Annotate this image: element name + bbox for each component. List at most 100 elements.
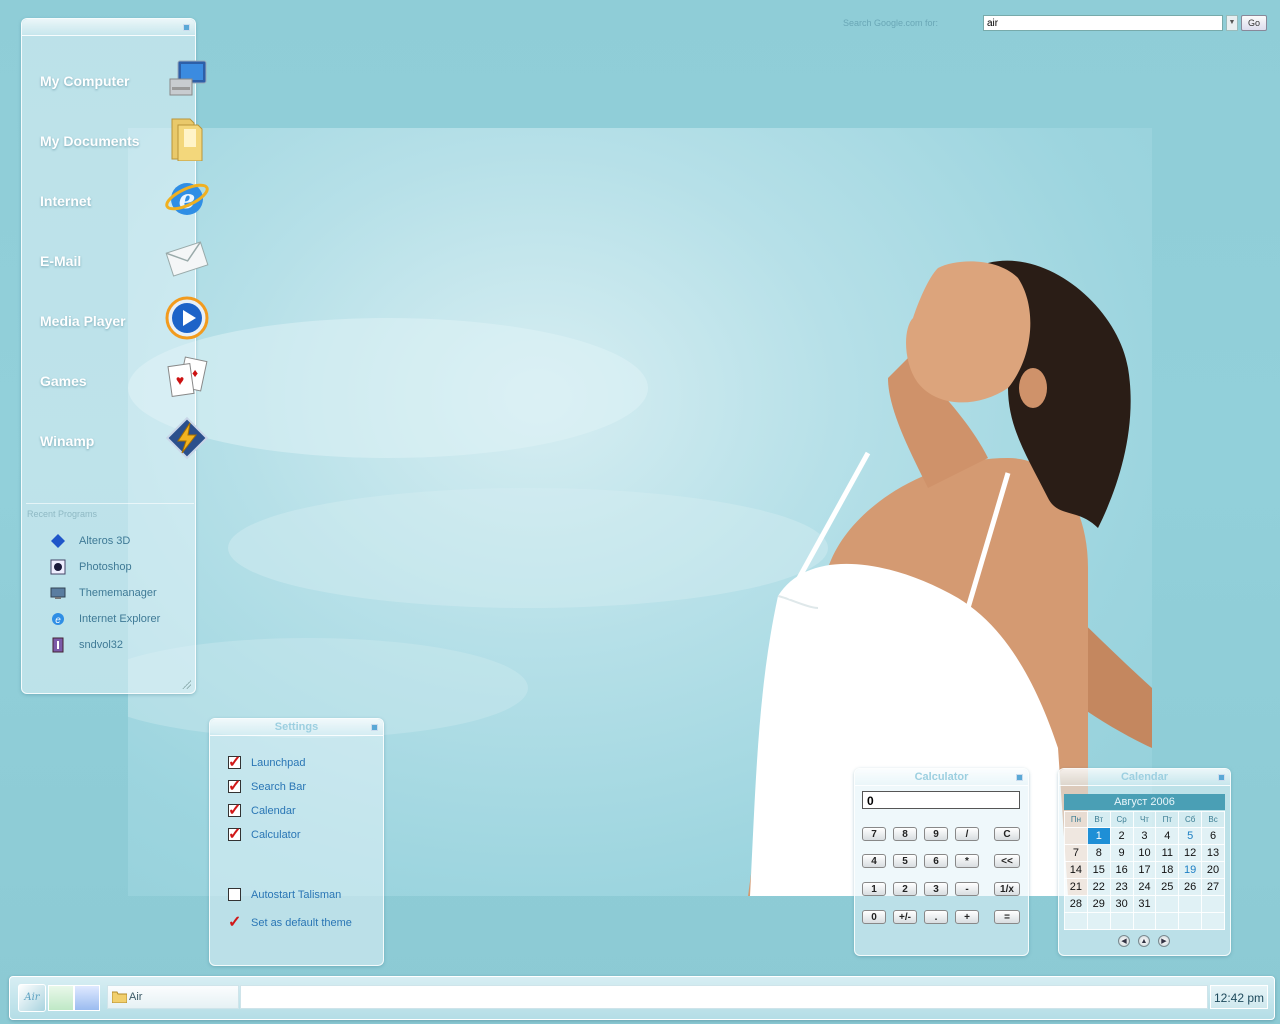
calendar-day[interactable]: 11 bbox=[1155, 844, 1180, 862]
calendar-prev-icon[interactable]: ◀ bbox=[1118, 935, 1130, 947]
search-go-button[interactable]: Go bbox=[1241, 15, 1267, 31]
winamp-icon bbox=[165, 416, 209, 460]
calc-button-subtract[interactable]: - bbox=[955, 882, 979, 896]
calendar-next-icon[interactable]: ▶ bbox=[1158, 935, 1170, 947]
calendar-day[interactable]: 17 bbox=[1132, 861, 1157, 879]
calc-button-decimal[interactable]: . bbox=[924, 910, 948, 924]
calc-button-divide[interactable]: / bbox=[955, 827, 979, 841]
calc-button-add[interactable]: + bbox=[955, 910, 979, 924]
calendar-day[interactable]: 24 bbox=[1132, 878, 1157, 896]
quicklaunch-window-switch-icon[interactable] bbox=[74, 985, 100, 1011]
calc-button-6[interactable]: 6 bbox=[924, 854, 948, 868]
calc-button-7[interactable]: 7 bbox=[862, 827, 886, 841]
calendar-day[interactable]: 28 bbox=[1064, 895, 1088, 913]
calendar-day[interactable]: 7 bbox=[1064, 844, 1088, 862]
calendar-day[interactable]: 12 bbox=[1178, 844, 1203, 862]
calc-button-4[interactable]: 4 bbox=[862, 854, 886, 868]
calendar-day[interactable]: 8 bbox=[1086, 844, 1111, 862]
calendar-day[interactable]: 21 bbox=[1064, 878, 1088, 896]
calendar-day[interactable]: 18 bbox=[1155, 861, 1180, 879]
calendar-day[interactable]: 3 bbox=[1132, 827, 1157, 845]
calendar-day[interactable]: 14 bbox=[1064, 861, 1088, 879]
calendar-day[interactable]: 31 bbox=[1132, 895, 1157, 913]
launch-item-internet[interactable]: Internet e bbox=[40, 179, 210, 235]
calendar-day[interactable]: 20 bbox=[1201, 861, 1225, 879]
calendar-day[interactable]: 15 bbox=[1086, 861, 1111, 879]
calendar-day[interactable]: 25 bbox=[1155, 878, 1180, 896]
calc-button-9[interactable]: 9 bbox=[924, 827, 948, 841]
resize-grip-icon[interactable] bbox=[181, 679, 191, 689]
calc-button-2[interactable]: 2 bbox=[893, 882, 917, 896]
calc-button-equals[interactable]: = bbox=[994, 910, 1020, 924]
clock[interactable]: 12:42 pm bbox=[1210, 985, 1268, 1009]
calculator-display: 0 bbox=[862, 791, 1020, 809]
setting-label: Launchpad bbox=[251, 757, 306, 769]
svg-text:e: e bbox=[55, 615, 61, 626]
svg-text:♥: ♥ bbox=[176, 372, 184, 388]
taskbar-item-air[interactable]: Air bbox=[107, 985, 239, 1009]
calc-button-1[interactable]: 1 bbox=[862, 882, 886, 896]
calc-button-5[interactable]: 5 bbox=[893, 854, 917, 868]
calendar-day[interactable]: 1 bbox=[1086, 827, 1111, 845]
calendar-day[interactable]: 30 bbox=[1109, 895, 1134, 913]
thememanager-icon bbox=[50, 587, 66, 599]
calendar-day[interactable]: 6 bbox=[1201, 827, 1225, 845]
setting-label: Calculator bbox=[251, 829, 301, 841]
launch-item-e-mail[interactable]: E-Mail bbox=[40, 239, 210, 295]
launch-item-label: My Documents bbox=[40, 133, 140, 149]
calendar-close-icon[interactable] bbox=[1218, 774, 1225, 781]
media-player-icon bbox=[165, 296, 209, 340]
launchpad-close-icon[interactable] bbox=[183, 24, 190, 31]
folder-icon bbox=[171, 118, 203, 161]
search-input[interactable] bbox=[983, 15, 1223, 31]
calc-button-negate[interactable]: +/- bbox=[893, 910, 917, 924]
search-history-dropdown[interactable]: ▼ bbox=[1226, 15, 1238, 31]
calendar-day[interactable]: 4 bbox=[1155, 827, 1180, 845]
calendar-today-icon[interactable]: ▲ bbox=[1138, 935, 1150, 947]
calendar-empty-cell bbox=[1201, 912, 1225, 930]
calc-button-reciprocal[interactable]: 1/x bbox=[994, 882, 1020, 896]
calendar-day[interactable]: 26 bbox=[1178, 878, 1203, 896]
start-button[interactable]: Air bbox=[18, 984, 46, 1012]
calculator-panel: Calculator 0 7 8 9 / C 4 5 6 * << 1 2 3 … bbox=[854, 768, 1029, 956]
calculator-close-icon[interactable] bbox=[1016, 774, 1023, 781]
launch-item-media-player[interactable]: Media Player bbox=[40, 296, 210, 355]
launch-item-my-documents[interactable]: My Documents bbox=[40, 118, 210, 175]
calc-button-clear[interactable]: C bbox=[994, 827, 1020, 841]
calendar-day[interactable]: 10 bbox=[1132, 844, 1157, 862]
calendar-day[interactable]: 22 bbox=[1086, 878, 1111, 896]
calendar-title[interactable]: Calendar bbox=[1059, 769, 1230, 786]
calendar-day[interactable]: 16 bbox=[1109, 861, 1134, 879]
calc-button-0[interactable]: 0 bbox=[862, 910, 886, 924]
playing-cards-icon: ♥ ♦ bbox=[167, 356, 208, 397]
calc-button-backspace[interactable]: << bbox=[994, 854, 1020, 868]
calc-button-8[interactable]: 8 bbox=[893, 827, 917, 841]
calendar-day[interactable]: 5 bbox=[1178, 827, 1203, 845]
calendar-day[interactable]: 19 bbox=[1178, 861, 1203, 879]
calendar-day[interactable]: 29 bbox=[1086, 895, 1111, 913]
weekday-row: Пн Вт Ср Чт Пт Сб Вс bbox=[1064, 811, 1225, 828]
quicklaunch-show-desktop-icon[interactable] bbox=[48, 985, 74, 1011]
calendar-month-label: Август 2006 bbox=[1064, 794, 1225, 810]
calendar-day[interactable]: 23 bbox=[1109, 878, 1134, 896]
launch-item-games[interactable]: Games ♥ ♦ bbox=[40, 356, 210, 415]
weekday-label: Ср bbox=[1109, 811, 1134, 828]
setting-label: Set as default theme bbox=[251, 917, 352, 929]
calendar-empty-cell bbox=[1086, 912, 1111, 930]
calendar-day[interactable]: 13 bbox=[1201, 844, 1225, 862]
calendar-day[interactable]: 27 bbox=[1201, 878, 1225, 896]
settings-title[interactable]: Settings bbox=[210, 719, 383, 736]
launch-item-winamp[interactable]: Winamp bbox=[40, 416, 210, 475]
calendar-day[interactable]: 9 bbox=[1109, 844, 1134, 862]
calc-button-3[interactable]: 3 bbox=[924, 882, 948, 896]
launchpad-titlebar[interactable] bbox=[22, 19, 195, 36]
calculator-title[interactable]: Calculator bbox=[855, 769, 1028, 786]
launch-item-my-computer[interactable]: My Computer bbox=[40, 59, 210, 115]
taskbar-window-area[interactable] bbox=[240, 985, 1208, 1009]
checkmark-icon: ✓ bbox=[228, 778, 242, 795]
calendar-week-row: 7 8 9 10 11 12 13 bbox=[1064, 844, 1225, 862]
settings-close-icon[interactable] bbox=[371, 724, 378, 731]
calendar-day[interactable]: 2 bbox=[1109, 827, 1134, 845]
checkbox[interactable] bbox=[228, 888, 241, 901]
calc-button-multiply[interactable]: * bbox=[955, 854, 979, 868]
